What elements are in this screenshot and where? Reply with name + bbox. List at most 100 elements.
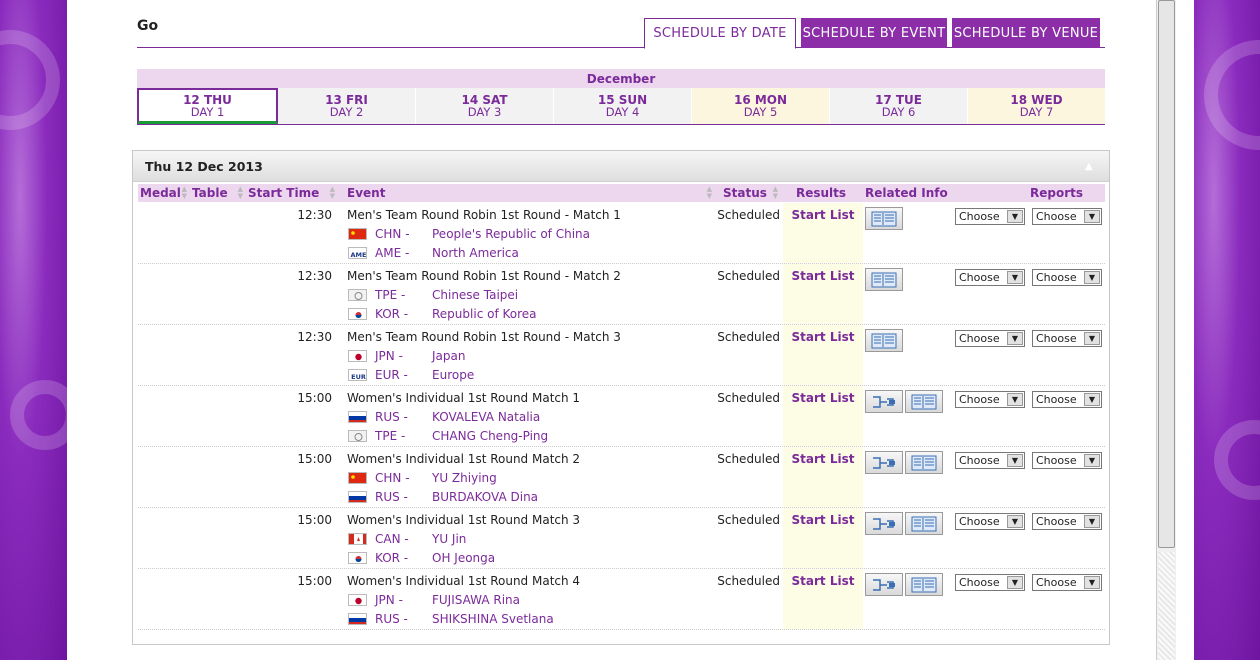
- bracket-icon[interactable]: [865, 573, 903, 596]
- info-list-icon[interactable]: [905, 512, 943, 535]
- related-info-select[interactable]: Choose ▼: [955, 330, 1025, 347]
- col-event[interactable]: Event ▲ ▼: [338, 184, 715, 202]
- day-tab-1[interactable]: 12 THU DAY 1: [137, 88, 278, 124]
- scrollbar[interactable]: [1156, 0, 1176, 660]
- competitor-name[interactable]: CHANG Cheng-Ping: [432, 429, 548, 443]
- start-list-link[interactable]: Start List: [783, 513, 863, 527]
- col-table-label: Table: [192, 186, 228, 200]
- related-info-select[interactable]: Choose ▼: [955, 269, 1025, 286]
- status-text: Scheduled: [717, 452, 780, 466]
- flag-icon: [348, 308, 367, 320]
- competitor-name[interactable]: KOVALEVA Natalia: [432, 410, 540, 424]
- info-list-icon[interactable]: [865, 329, 903, 352]
- info-list-icon[interactable]: [865, 207, 903, 230]
- select-value: Choose: [1036, 210, 1077, 223]
- noc-code: KOR -: [375, 551, 409, 565]
- related-info-select[interactable]: Choose ▼: [955, 452, 1025, 469]
- competitor-2: EUR EUR - Europe: [348, 367, 474, 383]
- related-info-select[interactable]: Choose ▼: [955, 208, 1025, 225]
- start-list-link[interactable]: Start List: [783, 574, 863, 588]
- col-medal[interactable]: Medal ▲ ▼: [138, 184, 190, 202]
- start-list-link[interactable]: Start List: [783, 330, 863, 344]
- reports-select[interactable]: Choose ▼: [1032, 574, 1102, 591]
- related-info-select[interactable]: Choose ▼: [955, 513, 1025, 530]
- info-list-icon[interactable]: [905, 451, 943, 474]
- reports-select[interactable]: Choose ▼: [1032, 330, 1102, 347]
- competitor-name[interactable]: Japan: [432, 349, 465, 363]
- select-value: Choose: [1036, 576, 1077, 589]
- start-list-link[interactable]: Start List: [783, 391, 863, 405]
- info-list-icon[interactable]: [865, 268, 903, 291]
- select-value: Choose: [1036, 515, 1077, 528]
- competitor-2: RUS - BURDAKOVA Dina: [348, 489, 538, 505]
- col-start-time[interactable]: Start Time ▲ ▼: [246, 184, 338, 202]
- day-tab-5[interactable]: 16 MON DAY 5: [692, 88, 830, 124]
- table-row: 12:30 Men's Team Round Robin 1st Round -…: [138, 203, 1105, 264]
- competitor-2: AME AME - North America: [348, 245, 519, 261]
- scrollbar-track[interactable]: [1158, 552, 1175, 660]
- competitor-name[interactable]: Republic of Korea: [432, 307, 537, 321]
- reports-select[interactable]: Choose ▼: [1032, 391, 1102, 408]
- reports-select[interactable]: Choose ▼: [1032, 452, 1102, 469]
- related-info-select[interactable]: Choose ▼: [955, 574, 1025, 591]
- info-list-icon[interactable]: [905, 573, 943, 596]
- status-text: Scheduled: [717, 574, 780, 588]
- competitor-name[interactable]: OH Jeonga: [432, 551, 495, 565]
- tab-schedule-by-date[interactable]: SCHEDULE BY DATE: [644, 18, 796, 49]
- chevron-down-icon: ▼: [1084, 210, 1100, 223]
- day-tab-6[interactable]: 17 TUE DAY 6: [830, 88, 968, 124]
- col-status[interactable]: Status ▲ ▼: [715, 184, 781, 202]
- tab-schedule-by-venue[interactable]: SCHEDULE BY VENUE: [952, 18, 1100, 48]
- collapse-icon[interactable]: ▲: [1085, 161, 1097, 172]
- day-number: DAY 7: [1019, 105, 1054, 119]
- competitor-1: RUS - KOVALEVA Natalia: [348, 409, 540, 425]
- competitor-name[interactable]: BURDAKOVA Dina: [432, 490, 538, 504]
- day-tab-3[interactable]: 14 SAT DAY 3: [416, 88, 554, 124]
- chevron-down-icon: ▼: [1007, 393, 1023, 406]
- month-label: December: [137, 69, 1105, 88]
- schedule-panel: Thu 12 Dec 2013 ▲ Medal ▲ ▼ Table ▲ ▼ Start …: [132, 150, 1110, 645]
- status-text: Scheduled: [717, 513, 780, 527]
- related-info-select[interactable]: Choose ▼: [955, 391, 1025, 408]
- competitor-name[interactable]: FUJISAWA Rina: [432, 593, 520, 607]
- day-tab-7[interactable]: 18 WED DAY 7: [968, 88, 1105, 124]
- competitor-1: JPN - FUJISAWA Rina: [348, 592, 520, 608]
- flag-icon: EUR: [348, 369, 367, 381]
- table-row: 15:00 Women's Individual 1st Round Match…: [138, 447, 1105, 508]
- competitor-name[interactable]: People's Republic of China: [432, 227, 590, 241]
- table-row: 12:30 Men's Team Round Robin 1st Round -…: [138, 325, 1105, 386]
- competitor-name[interactable]: Europe: [432, 368, 474, 382]
- chevron-down-icon: ▼: [1084, 271, 1100, 284]
- competitor-name[interactable]: YU Zhiying: [432, 471, 497, 485]
- scrollbar-thumb[interactable]: [1158, 0, 1175, 548]
- sort-icon: ▲ ▼: [181, 185, 187, 200]
- noc-code: RUS -: [375, 612, 408, 626]
- competitor-name[interactable]: Chinese Taipei: [432, 288, 518, 302]
- competitor-name[interactable]: SHIKSHINA Svetlana: [432, 612, 554, 626]
- noc-code: JPN -: [375, 593, 403, 607]
- day-tab-2[interactable]: 13 FRI DAY 2: [278, 88, 416, 124]
- start-list-link[interactable]: Start List: [783, 452, 863, 466]
- chevron-down-icon: ▼: [1007, 271, 1023, 284]
- reports-select[interactable]: Choose ▼: [1032, 513, 1102, 530]
- event-name: Women's Individual 1st Round Match 2: [347, 452, 581, 466]
- competitor-name[interactable]: North America: [432, 246, 519, 260]
- bracket-icon[interactable]: [865, 451, 903, 474]
- day-tab-4[interactable]: 15 SUN DAY 4: [554, 88, 692, 124]
- info-list-icon[interactable]: [905, 390, 943, 413]
- bracket-icon[interactable]: [865, 512, 903, 535]
- flag-icon: [348, 594, 367, 606]
- start-list-link[interactable]: Start List: [783, 269, 863, 283]
- col-table[interactable]: Table ▲ ▼: [190, 184, 246, 202]
- reports-select[interactable]: Choose ▼: [1032, 208, 1102, 225]
- competitor-2: TPE - CHANG Cheng-Ping: [348, 428, 548, 444]
- start-list-link[interactable]: Start List: [783, 208, 863, 222]
- sort-icon: ▲ ▼: [329, 185, 335, 200]
- reports-select[interactable]: Choose ▼: [1032, 269, 1102, 286]
- flag-icon: [348, 411, 367, 423]
- select-value: Choose: [959, 454, 1000, 467]
- tab-schedule-by-event[interactable]: SCHEDULE BY EVENT: [801, 18, 947, 48]
- bracket-icon[interactable]: [865, 390, 903, 413]
- start-time: 15:00: [297, 452, 332, 466]
- competitor-name[interactable]: YU Jin: [432, 532, 466, 546]
